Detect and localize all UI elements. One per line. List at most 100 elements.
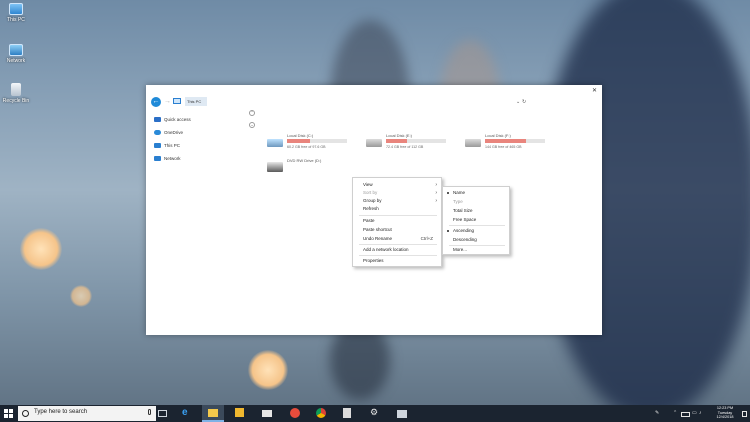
submenu-item-descending[interactable]: Descending bbox=[443, 237, 509, 242]
address-bar[interactable]: This PC bbox=[185, 97, 207, 106]
menu-item-refresh[interactable]: Refresh bbox=[353, 206, 441, 211]
drive-tile-f[interactable]: Local Disk (F:) 144 GB free of 465 GB bbox=[465, 133, 555, 151]
menu-item-label: Undo Rename bbox=[363, 236, 393, 241]
close-icon[interactable]: ✕ bbox=[592, 87, 597, 94]
submenu-item-free-space[interactable]: Free Space bbox=[443, 217, 509, 222]
volume-icon[interactable]: ♪ bbox=[699, 410, 702, 416]
mail-icon[interactable] bbox=[262, 410, 272, 417]
submenu-item-total-size[interactable]: Total Size bbox=[443, 208, 509, 213]
nav-item-label: OneDrive bbox=[164, 130, 184, 135]
menu-item-undo-rename[interactable]: Undo Rename Ctrl+Z bbox=[353, 236, 441, 241]
printer-icon[interactable] bbox=[397, 410, 407, 418]
chrome-icon[interactable] bbox=[316, 408, 326, 418]
submenu-item-more[interactable]: More... bbox=[443, 247, 509, 252]
back-button[interactable]: ← bbox=[151, 97, 161, 107]
desktop-icon-recycle-bin[interactable]: Recycle Bin bbox=[0, 83, 32, 104]
menu-separator bbox=[449, 225, 505, 226]
menu-item-label: Add a network location bbox=[363, 247, 409, 252]
drive-free-space: 60.2 GB free of 97.6 GB bbox=[287, 145, 326, 149]
menu-item-label: View bbox=[363, 182, 373, 187]
store-icon[interactable] bbox=[235, 408, 244, 417]
submenu-item-name[interactable]: Name bbox=[443, 190, 509, 195]
drive-tile-dvd[interactable]: DVD RW Drive (D:) bbox=[267, 158, 357, 176]
menu-item-label: Group by bbox=[363, 198, 382, 203]
desktop-icon-label: Network bbox=[6, 58, 26, 64]
taskbar-item-file-explorer[interactable] bbox=[202, 405, 224, 422]
pen-icon[interactable]: ✎ bbox=[655, 410, 659, 416]
dvd-drive-icon bbox=[267, 162, 283, 172]
document-icon[interactable] bbox=[343, 408, 351, 418]
menu-item-paste-shortcut[interactable]: Paste shortcut bbox=[353, 227, 441, 232]
microphone-icon[interactable] bbox=[148, 409, 151, 415]
submenu-item-ascending[interactable]: Ascending bbox=[443, 228, 509, 233]
pc-icon bbox=[173, 98, 181, 104]
menu-item-properties[interactable]: Properties bbox=[353, 258, 441, 263]
file-explorer-window: ← → This PC ⌄ ↻ ✕ Quick access OneDrive … bbox=[146, 85, 602, 335]
desktop-icon-label: Recycle Bin bbox=[2, 98, 30, 104]
refresh-icon[interactable]: ↻ bbox=[522, 99, 526, 105]
expand-icon[interactable]: ⌄ bbox=[249, 122, 255, 128]
folder-icon bbox=[208, 409, 218, 417]
settings-gear-icon[interactable]: ⚙ bbox=[370, 407, 381, 418]
menu-item-label: Name bbox=[453, 190, 466, 195]
chevron-right-icon: › bbox=[435, 190, 437, 196]
nav-item-quick-access[interactable]: Quick access bbox=[154, 113, 244, 126]
drive-usage-fill bbox=[485, 139, 527, 143]
expand-icon[interactable]: ⌃ bbox=[249, 110, 255, 116]
forward-button[interactable]: → bbox=[164, 98, 171, 105]
menu-separator bbox=[359, 255, 437, 256]
desktop-icon-this-pc[interactable]: This PC bbox=[0, 3, 32, 23]
drive-name: Local Disk (C:) bbox=[287, 133, 314, 138]
drive-name: DVD RW Drive (D:) bbox=[287, 158, 322, 163]
bokeh-light bbox=[70, 285, 92, 307]
app-icon[interactable] bbox=[290, 408, 300, 418]
taskbar-clock[interactable]: 12:23 PM Tuesday 12/4/2018 bbox=[707, 406, 743, 420]
start-button[interactable] bbox=[4, 409, 14, 419]
clock-date: 12/4/2018 bbox=[716, 415, 734, 420]
taskbar-search-box[interactable]: Type here to search bbox=[18, 406, 156, 421]
network-tray-icon[interactable]: ▭ bbox=[692, 410, 697, 416]
nav-item-network[interactable]: Network bbox=[154, 152, 244, 165]
drive-usage-fill bbox=[386, 139, 407, 143]
search-placeholder: Type here to search bbox=[34, 409, 88, 415]
menu-separator bbox=[359, 215, 437, 216]
drive-name: Local Disk (E:) bbox=[386, 133, 413, 138]
nav-item-onedrive[interactable]: OneDrive bbox=[154, 126, 244, 139]
menu-item-label: Paste bbox=[363, 218, 375, 223]
menu-item-label: Refresh bbox=[363, 206, 379, 211]
chevron-right-icon: › bbox=[435, 198, 437, 204]
nav-item-this-pc[interactable]: This PC bbox=[154, 139, 244, 152]
menu-item-sort-by[interactable]: Sort by › bbox=[353, 190, 441, 196]
menu-item-add-network-location[interactable]: Add a network location bbox=[353, 247, 441, 252]
drive-name: Local Disk (F:) bbox=[485, 133, 511, 138]
drive-usage-fill bbox=[287, 139, 310, 143]
action-center-icon[interactable] bbox=[742, 411, 747, 417]
task-view-icon[interactable] bbox=[158, 410, 167, 417]
desktop-icon-network[interactable]: Network bbox=[0, 44, 32, 64]
context-menu: View › Sort by › Group by › Refresh Paste P… bbox=[352, 177, 442, 267]
pc-icon bbox=[154, 143, 161, 148]
chevron-up-icon[interactable]: ⌃ bbox=[673, 410, 677, 416]
menu-item-label: Sort by bbox=[363, 190, 378, 195]
menu-item-label: More... bbox=[453, 247, 468, 252]
submenu-item-type[interactable]: Type bbox=[443, 199, 509, 204]
menu-item-label: Free Space bbox=[453, 217, 477, 222]
drive-free-space: 144 GB free of 465 GB bbox=[485, 145, 522, 149]
menu-item-label: Total Size bbox=[453, 208, 473, 213]
bokeh-light bbox=[20, 228, 62, 270]
recycle-bin-icon bbox=[11, 83, 21, 96]
drive-tile-c[interactable]: Local Disk (C:) 60.2 GB free of 97.6 GB bbox=[267, 133, 357, 151]
battery-icon[interactable] bbox=[681, 412, 690, 417]
drive-tile-e[interactable]: Local Disk (E:) 72.4 GB free of 112 GB bbox=[366, 133, 456, 151]
sort-by-submenu: Name Type Total Size Free Space Ascendin… bbox=[442, 186, 510, 255]
menu-item-group-by[interactable]: Group by › bbox=[353, 198, 441, 204]
cloud-icon bbox=[154, 130, 161, 135]
menu-item-view[interactable]: View › bbox=[353, 182, 441, 188]
menu-item-label: Ascending bbox=[453, 228, 475, 233]
menu-item-label: Descending bbox=[453, 237, 477, 242]
menu-item-paste[interactable]: Paste bbox=[353, 218, 441, 223]
nav-item-label: This PC bbox=[164, 143, 181, 148]
edge-icon[interactable]: e bbox=[182, 407, 193, 418]
bokeh-light bbox=[248, 350, 288, 390]
down-arrow-icon[interactable]: ⌄ bbox=[516, 99, 520, 105]
